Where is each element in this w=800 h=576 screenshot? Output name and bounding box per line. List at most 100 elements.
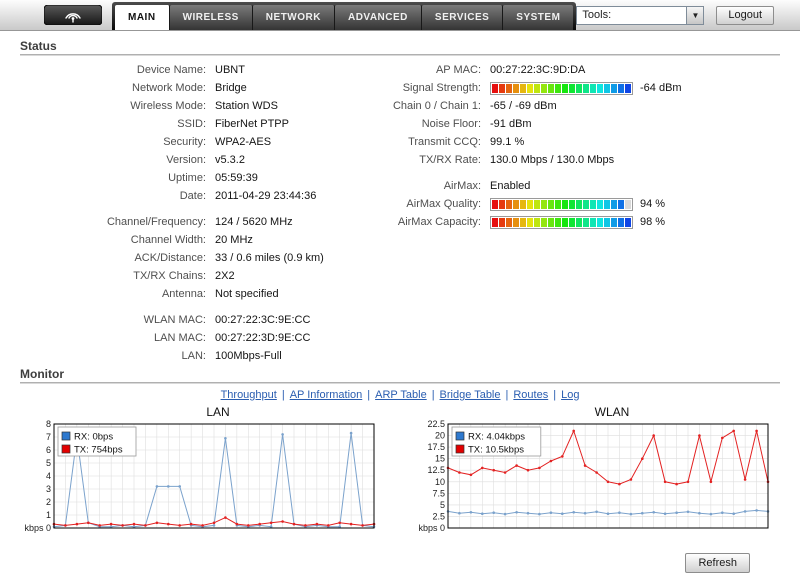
- field-value: 2011-04-29 23:44:36: [215, 190, 316, 202]
- field-value: WPA2-AES: [215, 136, 271, 148]
- main-content: Status Device Name:UBNTNetwork Mode:Brid…: [0, 31, 800, 573]
- monitor-link-log[interactable]: Log: [561, 389, 579, 401]
- status-columns: Device Name:UBNTNetwork Mode:BridgeWirel…: [20, 61, 780, 365]
- svg-text:8: 8: [46, 420, 51, 429]
- svg-text:7: 7: [46, 432, 51, 442]
- tab-system[interactable]: SYSTEM: [503, 5, 573, 30]
- status-row: Date:2011-04-29 23:44:36: [20, 187, 390, 205]
- wlan-chart-panel: WLAN 2.557.51012.51517.52022.5kbps 0RX: …: [414, 405, 780, 549]
- status-row: Chain 0 / Chain 1:-65 / -69 dBm: [390, 97, 780, 115]
- tab-main[interactable]: MAIN: [115, 5, 170, 30]
- signal-meter: [490, 216, 633, 229]
- throughput-charts: LAN 12345678kbps 0RX: 0bpsTX: 754bps WLA…: [20, 405, 780, 549]
- monitor-link-throughput[interactable]: Throughput: [221, 389, 277, 401]
- tools-dropdown-value: Tools:: [577, 9, 686, 21]
- field-value: -91 dBm: [490, 118, 532, 130]
- svg-text:4: 4: [46, 471, 51, 481]
- status-row: Noise Floor:-91 dBm: [390, 115, 780, 133]
- field-label: AP MAC:: [390, 64, 490, 76]
- field-label: Wireless Mode:: [20, 100, 215, 112]
- top-bar: MAINWIRELESSNETWORKADVANCEDSERVICESSYSTE…: [0, 0, 800, 31]
- tools-dropdown[interactable]: Tools: ▼: [576, 6, 704, 25]
- status-row: Uptime:05:59:39: [20, 169, 390, 187]
- field-label: Signal Strength:: [390, 82, 490, 94]
- field-value: 2X2: [215, 270, 235, 282]
- status-row: LAN MAC:00:27:22:3D:9E:CC: [20, 329, 390, 347]
- link-separator: |: [506, 389, 509, 401]
- field-label: Chain 0 / Chain 1:: [390, 100, 490, 112]
- field-value: Station WDS: [215, 100, 278, 112]
- monitor-link-arp-table[interactable]: ARP Table: [375, 389, 427, 401]
- svg-text:kbps 0: kbps 0: [24, 523, 51, 533]
- divider: [20, 382, 780, 384]
- field-label: TX/RX Chains:: [20, 270, 215, 282]
- field-label: ACK/Distance:: [20, 252, 215, 264]
- lan-chart-panel: LAN 12345678kbps 0RX: 0bpsTX: 754bps: [20, 405, 386, 549]
- status-row: Antenna:Not specified: [20, 285, 390, 303]
- field-label: AirMax Quality:: [390, 198, 490, 210]
- lan-throughput-chart: 12345678kbps 0RX: 0bpsTX: 754bps: [20, 420, 378, 544]
- field-label: Security:: [20, 136, 215, 148]
- field-value: -64 dBm: [640, 82, 682, 94]
- wlan-throughput-chart: 2.557.51012.51517.52022.5kbps 0RX: 4.04k…: [414, 420, 772, 544]
- ubiquiti-logo: [44, 5, 102, 25]
- divider: [20, 54, 780, 56]
- status-row: AP MAC:00:27:22:3C:9D:DA: [390, 61, 780, 79]
- status-row: WLAN MAC:00:27:22:3C:9E:CC: [20, 311, 390, 329]
- status-row: Channel/Frequency:124 / 5620 MHz: [20, 213, 390, 231]
- svg-text:1: 1: [46, 510, 51, 520]
- wlan-chart-title: WLAN: [414, 405, 780, 419]
- field-value: 130.0 Mbps / 130.0 Mbps: [490, 154, 614, 166]
- field-value: 99.1 %: [490, 136, 524, 148]
- field-label: Transmit CCQ:: [390, 136, 490, 148]
- field-value: Bridge: [215, 82, 247, 94]
- svg-text:17.5: 17.5: [427, 442, 445, 452]
- refresh-button[interactable]: Refresh: [685, 553, 750, 573]
- svg-text:TX: 754bps: TX: 754bps: [74, 445, 123, 456]
- monitor-link-bridge-table[interactable]: Bridge Table: [440, 389, 501, 401]
- status-row: Wireless Mode:Station WDS: [20, 97, 390, 115]
- field-value: 98 %: [640, 216, 665, 228]
- field-value: 00:27:22:3C:9D:DA: [490, 64, 585, 76]
- field-label: Date:: [20, 190, 215, 202]
- field-label: Channel Width:: [20, 234, 215, 246]
- svg-text:3: 3: [46, 484, 51, 494]
- monitor-section-title: Monitor: [20, 367, 780, 381]
- svg-text:RX: 0bps: RX: 0bps: [74, 432, 113, 443]
- field-label: LAN MAC:: [20, 332, 215, 344]
- status-row: Version:v5.3.2: [20, 151, 390, 169]
- monitor-link-ap-information[interactable]: AP Information: [290, 389, 363, 401]
- svg-text:10: 10: [435, 477, 445, 487]
- svg-text:22.5: 22.5: [427, 420, 445, 429]
- status-row: Channel Width:20 MHz: [20, 231, 390, 249]
- status-row: Network Mode:Bridge: [20, 79, 390, 97]
- field-label: LAN:: [20, 350, 215, 362]
- monitor-links: Throughput|AP Information|ARP Table|Brid…: [20, 389, 780, 401]
- field-value: FiberNet PTPP: [215, 118, 289, 130]
- link-separator: |: [553, 389, 556, 401]
- lan-chart-title: LAN: [20, 405, 386, 419]
- field-label: Channel/Frequency:: [20, 216, 215, 228]
- antenna-icon: [44, 5, 102, 25]
- logout-button[interactable]: Logout: [716, 6, 774, 25]
- page: MAINWIRELESSNETWORKADVANCEDSERVICESSYSTE…: [0, 0, 800, 573]
- tab-advanced[interactable]: ADVANCED: [335, 5, 422, 30]
- signal-meter: [490, 82, 633, 95]
- tab-services[interactable]: SERVICES: [422, 5, 503, 30]
- monitor-link-routes[interactable]: Routes: [513, 389, 548, 401]
- field-value: 00:27:22:3D:9E:CC: [215, 332, 310, 344]
- field-label: Device Name:: [20, 64, 215, 76]
- dropdown-arrow-icon[interactable]: ▼: [686, 7, 703, 24]
- field-label: TX/RX Rate:: [390, 154, 490, 166]
- svg-text:kbps 0: kbps 0: [418, 523, 445, 533]
- status-right-column: AP MAC:00:27:22:3C:9D:DASignal Strength:…: [390, 61, 780, 365]
- field-label: Antenna:: [20, 288, 215, 300]
- status-row: AirMax Capacity:98 %: [390, 213, 780, 231]
- status-row: SSID:FiberNet PTPP: [20, 115, 390, 133]
- status-row: AirMax Quality:94 %: [390, 195, 780, 213]
- status-row: TX/RX Chains:2X2: [20, 267, 390, 285]
- field-value: UBNT: [215, 64, 245, 76]
- svg-text:TX: 10.5kbps: TX: 10.5kbps: [468, 445, 524, 456]
- tab-network[interactable]: NETWORK: [253, 5, 335, 30]
- tab-wireless[interactable]: WIRELESS: [170, 5, 253, 30]
